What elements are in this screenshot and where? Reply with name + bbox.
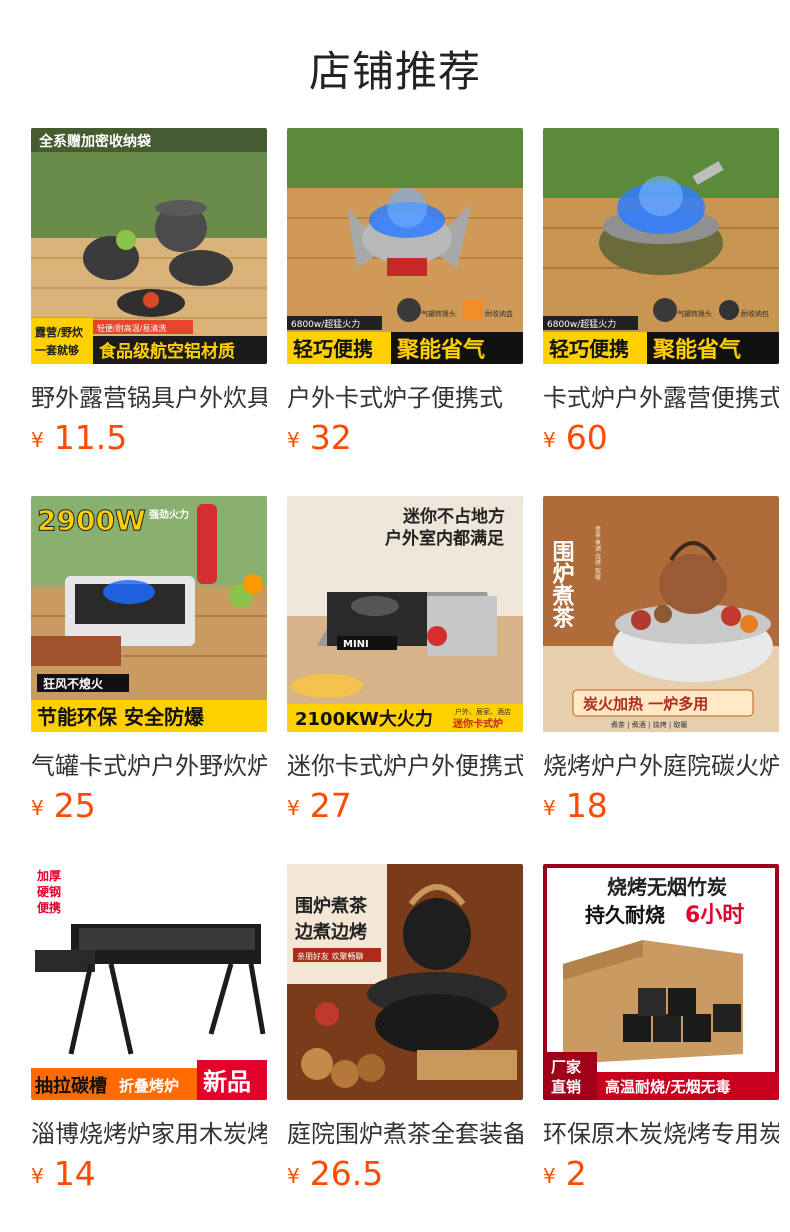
image-sub-text: 亲朋好友 欢聚畅聊 — [297, 951, 364, 961]
image-small-1: 气罐转换头 — [677, 309, 712, 318]
image-feature-text: 轻便/耐高温/易清洗 — [97, 323, 166, 333]
product-image[interactable]: 6800w/超猛火力 气罐转换头 耐收纳盒 轻巧便携 聚能省气 — [287, 128, 523, 364]
image-feature-2: 硬钢 — [37, 884, 61, 899]
image-top-text: 全系赠加密收纳袋 — [38, 133, 152, 150]
image-mid-text: 狂风不熄火 — [43, 676, 104, 691]
product-price: ¥18 — [543, 786, 608, 826]
image-bottom-text: 炭火加热 一炉多用 — [583, 695, 708, 713]
currency-symbol: ¥ — [543, 796, 556, 820]
image-bottom-text: 2100KW大火力 — [295, 708, 433, 730]
product-image[interactable]: 围炉煮茶 煮茶·煮酒·烧烤·取暖 炭火加热 一炉多用 煮茶 | 煮酒 | 烧烤 … — [543, 496, 779, 732]
price-value: 11.5 — [53, 418, 128, 457]
image-small-1: 气罐转换头 — [421, 309, 456, 318]
product-image[interactable]: 2900W 强劲火力 狂风不熄火 节能环保 安全防爆 — [31, 496, 267, 732]
price-value: 27 — [309, 786, 352, 825]
product-price: ¥2 — [543, 1154, 587, 1194]
currency-symbol: ¥ — [31, 428, 44, 452]
image-small-2: 耐收纳盒 — [485, 309, 513, 318]
product-name[interactable]: 烧烤炉户外庭院碳火炉 — [543, 746, 779, 778]
image-small-2: 耐收纳包 — [741, 309, 769, 318]
product-price: ¥27 — [287, 786, 352, 826]
product-price: ¥14 — [31, 1154, 96, 1194]
currency-symbol: ¥ — [31, 1164, 44, 1188]
price-value: 60 — [565, 418, 608, 457]
product-image[interactable]: 围炉煮茶 边煮边烤 亲朋好友 欢聚畅聊 — [287, 864, 523, 1100]
price-value: 18 — [565, 786, 608, 825]
currency-symbol: ¥ — [543, 428, 556, 452]
price-value: 14 — [53, 1154, 96, 1193]
image-title-highlight: 6小时 — [685, 903, 744, 928]
image-bottom-text: 节能环保 安全防爆 — [37, 705, 205, 729]
currency-symbol: ¥ — [543, 1164, 556, 1188]
product-price: ¥26.5 — [287, 1154, 383, 1194]
image-side-text-1: 露营/野炊 — [35, 325, 84, 339]
product-name[interactable]: 迷你卡式炉户外便携式 — [287, 746, 523, 778]
image-feature-3: 便携 — [37, 900, 61, 915]
page-title: 店铺推荐 — [308, 47, 481, 96]
image-power-sub: 强劲火力 — [149, 508, 189, 521]
image-title-2: 持久耐烧 — [585, 903, 665, 927]
image-feature-1: 加厚 — [36, 868, 61, 883]
image-side-text-2: 迷你卡式炉 — [452, 717, 503, 730]
image-title-1: 烧烤无烟竹炭 — [607, 875, 727, 899]
product-price: ¥25 — [31, 786, 96, 826]
product-name[interactable]: 环保原木炭烧烤专用炭 — [543, 1114, 779, 1146]
image-left-text: 抽拉碳槽 — [35, 1075, 107, 1097]
image-left-tag-1: 厂家 — [551, 1058, 581, 1076]
product-price: ¥32 — [287, 418, 352, 458]
image-left-tag-2: 直销 — [551, 1078, 581, 1096]
image-top-text-1: 迷你不占地方 — [402, 506, 505, 527]
currency-symbol: ¥ — [287, 796, 300, 820]
product-name[interactable]: 淄博烧烤炉家用木炭烤炉 — [31, 1114, 267, 1146]
product-name[interactable]: 卡式炉户外露营便携式 — [543, 378, 779, 410]
image-right-text: 聚能省气 — [396, 337, 485, 363]
price-value: 25 — [53, 786, 96, 825]
image-power-text: 2900W — [37, 504, 146, 537]
image-right-text: 聚能省气 — [652, 337, 741, 363]
product-image[interactable]: 全系赠加密收纳袋 露营/野炊 一套就够 轻便/耐高温/易清洗 食品级航空铝材质 — [31, 128, 267, 364]
image-left-text: 轻巧便携 — [293, 337, 373, 361]
product-name[interactable]: 野外露营锅具户外炊具 — [31, 378, 267, 410]
image-left-text: 轻巧便携 — [549, 337, 629, 361]
image-side-text-2: 一套就够 — [35, 343, 79, 357]
image-tag-text: 6800w/超猛火力 — [547, 318, 616, 330]
image-title-2: 边煮边烤 — [294, 921, 367, 943]
product-image[interactable]: 6800w/超猛火力 气罐转换头 耐收纳包 轻巧便携 聚能省气 — [543, 128, 779, 364]
image-title-1: 围炉煮茶 — [295, 895, 368, 917]
price-value: 32 — [309, 418, 352, 457]
image-brand-text: MINI — [343, 639, 369, 650]
image-bottom-text: 高温耐烧/无烟无毒 — [605, 1078, 730, 1096]
product-name[interactable]: 户外卡式炉子便携式 — [287, 378, 523, 410]
currency-symbol: ¥ — [31, 796, 44, 820]
image-side-small: 煮茶·煮酒·烧烤·取暖 — [594, 525, 601, 581]
currency-symbol: ¥ — [287, 1164, 300, 1188]
product-price: ¥60 — [543, 418, 608, 458]
price-value: 2 — [565, 1154, 587, 1193]
image-sub-text: 煮茶 | 煮酒 | 烧烤 | 取暖 — [611, 720, 687, 729]
product-name[interactable]: 庭院围炉煮茶全套装备 — [287, 1114, 523, 1146]
price-value: 26.5 — [309, 1154, 384, 1193]
product-price: ¥11.5 — [31, 418, 127, 458]
product-image[interactable]: 迷你不占地方 户外室内都满足 MINI 2100KW大火力 户外、居家、酒店 迷… — [287, 496, 523, 732]
image-vertical-text: 围炉煮茶 — [549, 540, 576, 628]
image-tag-text: 6800w/超猛火力 — [291, 318, 360, 330]
image-side-text-1: 户外、居家、酒店 — [455, 707, 511, 716]
image-bottom-text: 食品级航空铝材质 — [99, 341, 235, 362]
currency-symbol: ¥ — [287, 428, 300, 452]
product-image[interactable]: 烧烤无烟竹炭 持久耐烧 6小时 厂家 直销 高温耐烧/无烟无毒 — [543, 864, 779, 1100]
image-top-text-2: 户外室内都满足 — [385, 528, 504, 549]
product-image[interactable]: 加厚 硬钢 便携 抽拉碳槽 折叠烤炉 新品 — [31, 864, 267, 1100]
product-name[interactable]: 气罐卡式炉户外野炊炉 — [31, 746, 267, 778]
image-mid-text: 折叠烤炉 — [119, 1077, 179, 1095]
image-new-text: 新品 — [203, 1068, 251, 1096]
